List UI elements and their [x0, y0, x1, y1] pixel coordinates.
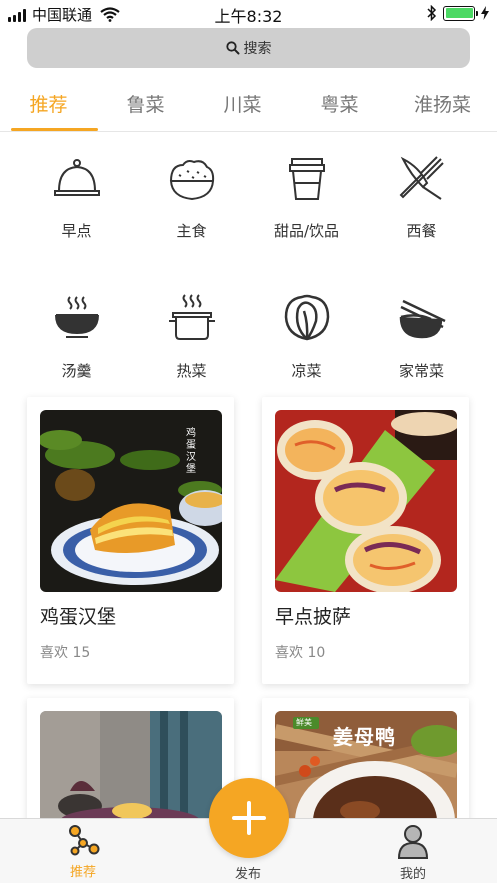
clock: 上午8:32: [214, 7, 283, 26]
recipe-title: 鸡蛋汉堡: [40, 606, 117, 628]
recipe-card-egg-burger[interactable]: 鸡蛋汉堡 鸡蛋汉堡 喜欢 15: [27, 397, 234, 684]
bluetooth-icon: [427, 5, 437, 21]
category-label: 热菜: [176, 362, 207, 380]
category-label: 汤羹: [61, 362, 92, 380]
recipe-image-egg-burger: 鸡蛋汉堡: [40, 410, 222, 592]
bowl-chopsticks-icon: [395, 288, 449, 348]
nav-label: 推荐: [69, 865, 96, 880]
nav-label: 我的: [399, 867, 426, 882]
recipe-card-ginger-duck[interactable]: 鲜美 姜母鸭: [262, 698, 469, 838]
nav-publish[interactable]: 发布: [208, 863, 288, 882]
status-bar: 中国联通 上午8:32: [0, 0, 497, 26]
search-label: 搜索: [243, 41, 272, 57]
plus-icon: [232, 801, 266, 835]
share-nodes-icon: [69, 825, 100, 856]
battery-icon: [443, 5, 478, 21]
recipe-likes: 喜欢 10: [275, 645, 326, 661]
search-bar[interactable]: 搜索: [27, 28, 470, 68]
tab-lu-cuisine[interactable]: 鲁菜: [97, 82, 194, 131]
recipe-likes: 喜欢 15: [40, 645, 91, 661]
nav-recommend[interactable]: 推荐: [43, 823, 123, 880]
category-label: 甜品/饮品: [273, 222, 340, 240]
category-grid: 早点 主食 甜品/饮品 西餐 汤羹 热菜 凉菜 家常菜: [19, 148, 479, 428]
nav-profile[interactable]: 我的: [373, 823, 453, 882]
recipe-image-breakfast-pizza: [275, 410, 457, 592]
recipe-title: 早点披萨: [275, 606, 352, 628]
category-tabs: 推荐 鲁菜 川菜 粤菜 淮扬菜: [0, 82, 497, 132]
tab-cantonese-cuisine[interactable]: 粤菜: [291, 82, 388, 131]
cloche-icon: [50, 148, 104, 208]
soup-bowl-icon: [50, 288, 104, 348]
image-badge: 鲜美: [296, 718, 312, 727]
user-icon: [397, 825, 429, 859]
charging-bolt-icon: [481, 6, 489, 20]
category-western[interactable]: 西餐: [364, 148, 479, 288]
recipe-card-breakfast-pizza[interactable]: 早点披萨 喜欢 10: [262, 397, 469, 684]
tab-huaiyang-cuisine[interactable]: 淮扬菜: [388, 82, 497, 131]
fork-knife-icon: [395, 148, 449, 208]
category-breakfast[interactable]: 早点: [19, 148, 134, 288]
rice-bowl-icon: [165, 148, 219, 208]
drink-cup-icon: [280, 148, 334, 208]
category-label: 早点: [61, 222, 92, 240]
cabbage-icon: [280, 288, 334, 348]
category-staple[interactable]: 主食: [134, 148, 249, 288]
publish-button[interactable]: [209, 778, 289, 858]
image-caption: 鸡蛋汉堡: [186, 428, 196, 475]
recipe-card-3[interactable]: [27, 698, 234, 838]
category-label: 主食: [176, 222, 207, 240]
nav-label: 发布: [234, 867, 261, 882]
category-label: 家常菜: [398, 362, 444, 380]
category-label: 西餐: [406, 222, 437, 240]
hot-pot-icon: [165, 288, 219, 348]
search-icon: [225, 41, 239, 55]
tab-recommend[interactable]: 推荐: [0, 82, 98, 131]
category-desserts-drinks[interactable]: 甜品/饮品: [249, 148, 364, 288]
category-label: 凉菜: [291, 362, 322, 380]
image-caption: 姜母鸭: [333, 725, 396, 749]
tab-sichuan-cuisine[interactable]: 川菜: [194, 82, 291, 131]
